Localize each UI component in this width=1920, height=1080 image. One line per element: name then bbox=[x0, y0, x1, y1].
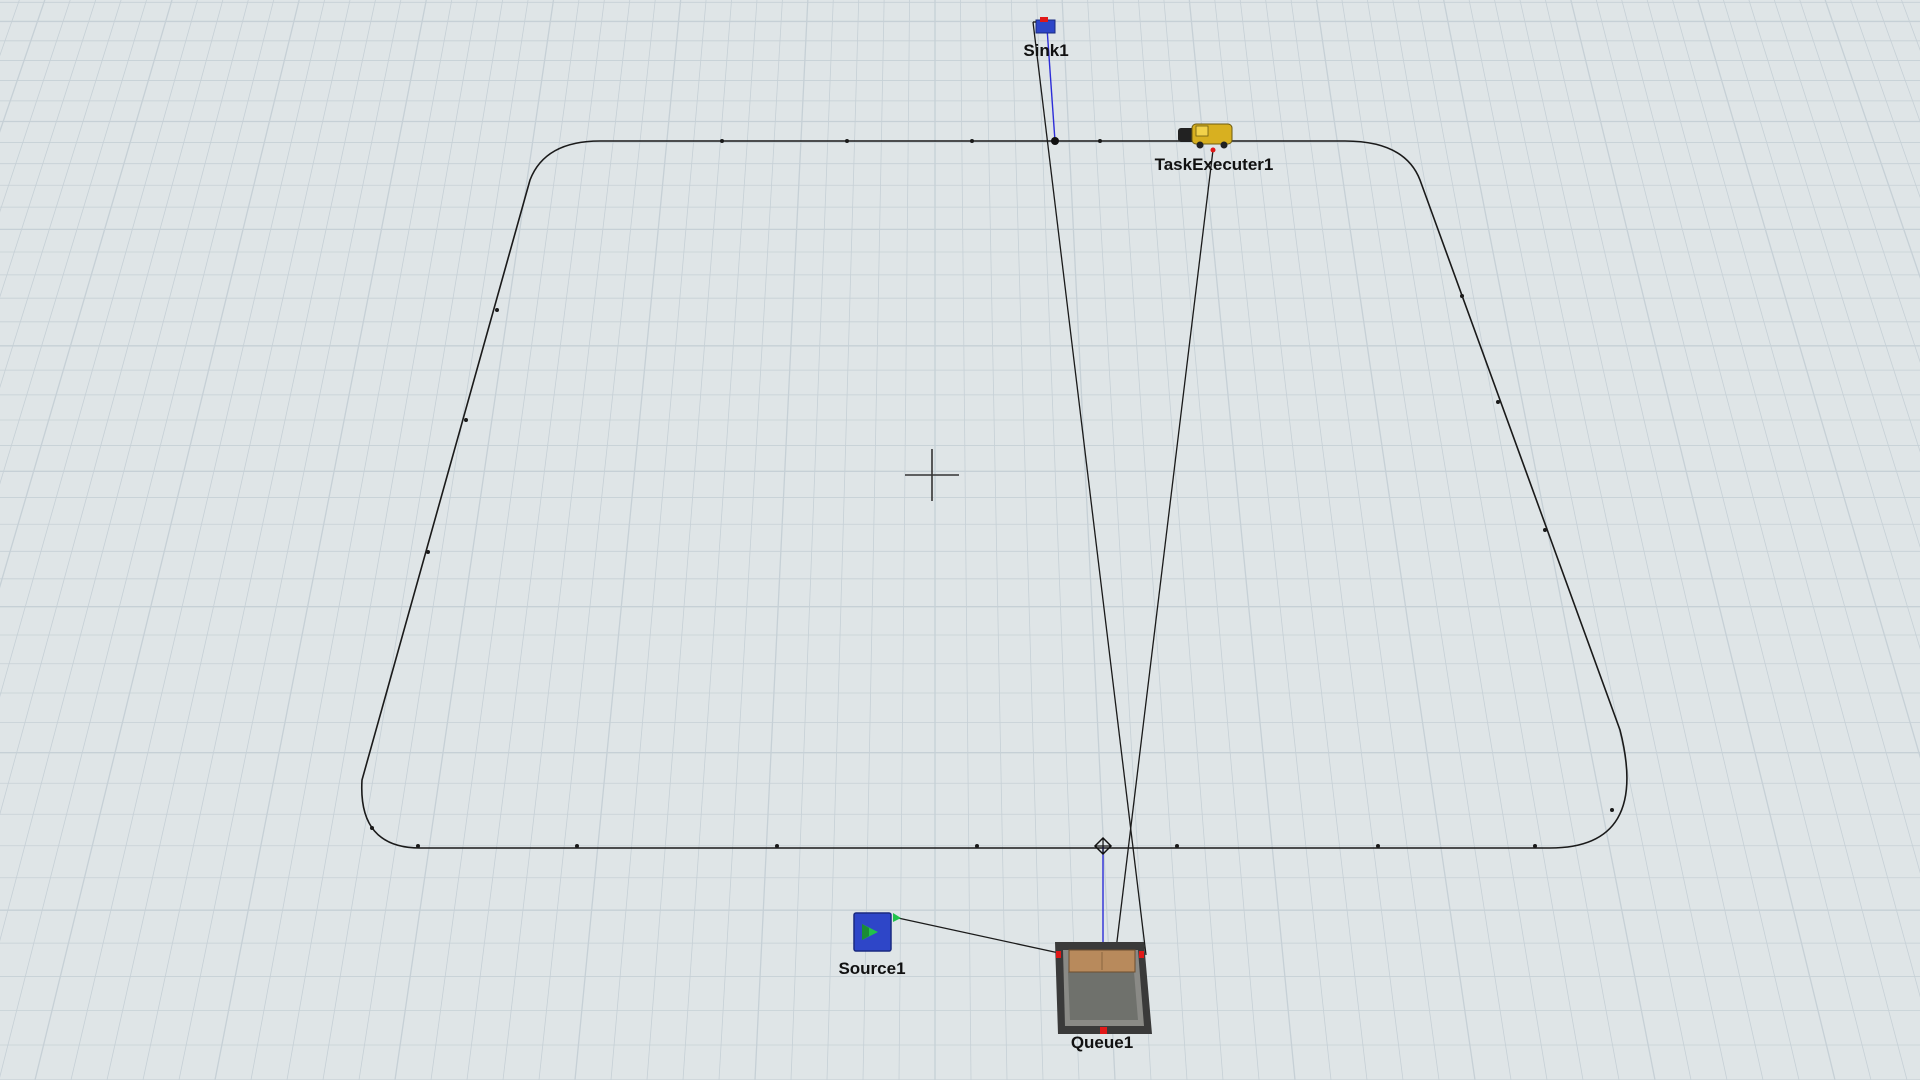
source-icon bbox=[853, 912, 901, 952]
grid-line-vertical bbox=[1545, 0, 1800, 1080]
grid-line-vertical bbox=[1646, 0, 1920, 998]
grid-line-vertical bbox=[178, 0, 402, 1080]
queue-to-sink-connection bbox=[1032, 21, 1147, 956]
grid-line-vertical bbox=[1315, 0, 1476, 1080]
grid-line-vertical bbox=[1672, 0, 1920, 874]
truck-icon bbox=[1178, 123, 1233, 153]
grid-line-vertical bbox=[1265, 0, 1404, 1080]
sink-object[interactable]: Sink1 bbox=[1023, 17, 1069, 60]
grid-line-vertical bbox=[574, 0, 682, 1080]
grid-line-vertical bbox=[1697, 0, 1920, 759]
grid-line-vertical bbox=[1519, 0, 1764, 1080]
network-node-icon[interactable] bbox=[1051, 137, 1059, 145]
grid-line-vertical bbox=[0, 0, 97, 298]
grid-line-vertical bbox=[0, 0, 122, 389]
grid-line-vertical bbox=[1621, 0, 1908, 1080]
travel-path-loop[interactable] bbox=[361, 140, 1628, 849]
grid-line-vertical bbox=[394, 0, 555, 1080]
grid-line-vertical bbox=[1036, 0, 1080, 1080]
model-view-3d[interactable]: Sink1 TaskExecuter1 Source1 Queue1 bbox=[0, 0, 1920, 1080]
floor-grid bbox=[0, 0, 1920, 1080]
queue-label: Queue1 bbox=[1071, 1033, 1133, 1052]
grid-line-vertical bbox=[754, 0, 809, 1080]
grid-line-vertical bbox=[1443, 0, 1656, 1080]
grid-line-vertical bbox=[214, 0, 427, 1080]
grid-line-vertical bbox=[1773, 0, 1920, 453]
grid-line-vertical bbox=[286, 0, 478, 1080]
grid-line-vertical bbox=[1341, 0, 1512, 1080]
sink-icon bbox=[1033, 17, 1056, 34]
grid-line-vertical bbox=[1723, 0, 1920, 650]
grid-line-vertical bbox=[1799, 0, 1920, 363]
grid-line-vertical bbox=[960, 0, 972, 1080]
grid-line-vertical bbox=[502, 0, 631, 1080]
grid-line-vertical bbox=[250, 0, 453, 1080]
grid-line-vertical bbox=[358, 0, 529, 1080]
grid-line-vertical bbox=[1366, 0, 1548, 1080]
source-to-queue-connection bbox=[897, 917, 1060, 954]
task-executer-label: TaskExecuter1 bbox=[1155, 155, 1274, 174]
grid-line-vertical bbox=[1901, 0, 1920, 51]
grid-line-vertical bbox=[466, 0, 605, 1080]
grid-line-vertical bbox=[682, 0, 758, 1080]
grid-line-vertical bbox=[1748, 0, 1920, 548]
grid-line-vertical bbox=[1392, 0, 1584, 1080]
sink-label: Sink1 bbox=[1023, 41, 1068, 60]
source-label: Source1 bbox=[838, 959, 905, 978]
grid-line-vertical bbox=[610, 0, 707, 1080]
grid-line-vertical bbox=[790, 0, 834, 1080]
grid-line-vertical bbox=[646, 0, 732, 1080]
grid-line-vertical bbox=[1595, 0, 1872, 1080]
source-object[interactable]: Source1 bbox=[838, 912, 906, 978]
grid-line-vertical bbox=[718, 0, 783, 1080]
grid-line-vertical bbox=[0, 0, 224, 816]
grid-line-vertical bbox=[1417, 0, 1620, 1080]
queue-icon bbox=[1055, 942, 1152, 1034]
queue-object[interactable]: Queue1 bbox=[1055, 942, 1152, 1052]
grid-line-vertical bbox=[322, 0, 504, 1080]
grid-line-vertical bbox=[0, 0, 71, 213]
grid-line-vertical bbox=[1468, 0, 1692, 1080]
grid-line-vertical bbox=[0, 0, 46, 133]
grid-line-vertical bbox=[0, 0, 275, 1078]
grid-line-vertical bbox=[106, 0, 351, 1080]
grid-line-vertical bbox=[1850, 0, 1920, 199]
grid-line-vertical bbox=[1061, 0, 1116, 1080]
grid-line-vertical bbox=[0, 0, 173, 589]
grid-line-vertical bbox=[1875, 0, 1920, 123]
grid-line-vertical bbox=[985, 0, 1008, 1080]
grid-line-vertical bbox=[1010, 0, 1044, 1080]
grid-line-vertical bbox=[1824, 0, 1920, 279]
grid-line-vertical bbox=[70, 0, 325, 1080]
path-control-points bbox=[370, 139, 1614, 848]
network-node-icon[interactable] bbox=[1093, 836, 1113, 856]
grid-line-vertical bbox=[0, 0, 198, 698]
crosshair-icon bbox=[905, 449, 959, 501]
